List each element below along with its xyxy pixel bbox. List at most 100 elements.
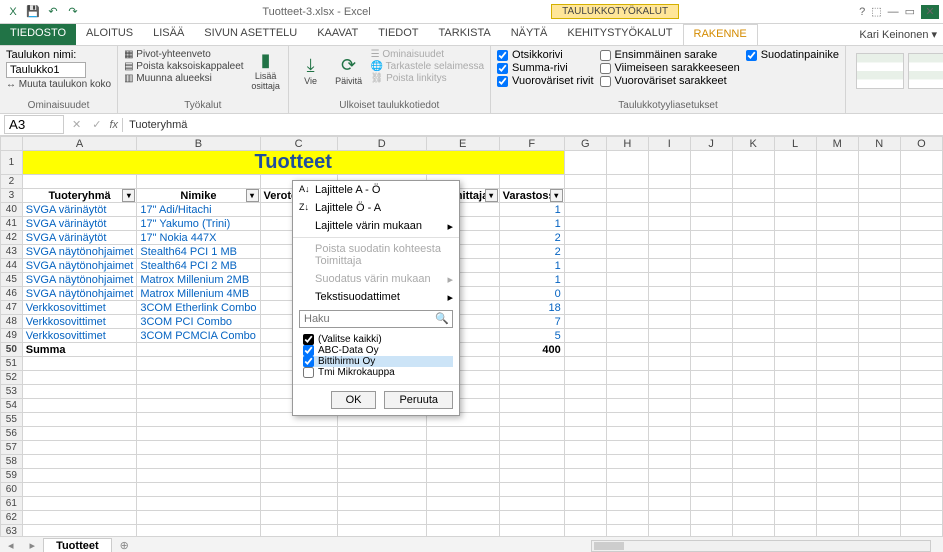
cell[interactable]: SVGA näytönohjaimet	[22, 273, 137, 287]
cell[interactable]	[137, 357, 260, 371]
cell[interactable]	[900, 245, 942, 259]
cell[interactable]	[648, 151, 690, 175]
total-label-cell[interactable]: Summa	[22, 343, 137, 357]
row-header[interactable]: 53	[1, 385, 23, 399]
cell[interactable]	[900, 287, 942, 301]
filter-dropdown-icon[interactable]: ▾	[246, 189, 259, 202]
cell[interactable]	[260, 455, 337, 469]
cell[interactable]	[564, 427, 606, 441]
cell[interactable]	[564, 455, 606, 469]
cell[interactable]	[690, 189, 732, 203]
cell[interactable]: 17" Adi/Hitachi	[137, 203, 260, 217]
cell[interactable]	[858, 469, 900, 483]
cell[interactable]	[690, 231, 732, 245]
cell[interactable]	[426, 511, 499, 525]
cell[interactable]	[137, 371, 260, 385]
column-header[interactable]: O	[900, 137, 942, 151]
cell[interactable]	[564, 217, 606, 231]
cell[interactable]	[426, 483, 499, 497]
cell[interactable]	[732, 483, 774, 497]
cell[interactable]	[606, 301, 648, 315]
cell[interactable]: SVGA värinäytöt	[22, 217, 137, 231]
cell[interactable]	[774, 315, 816, 329]
cell[interactable]	[858, 427, 900, 441]
cell[interactable]	[732, 329, 774, 343]
table-styles-gallery[interactable]	[852, 49, 943, 93]
cell[interactable]	[900, 413, 942, 427]
cell[interactable]	[606, 469, 648, 483]
cell[interactable]	[499, 469, 564, 483]
cell[interactable]	[606, 483, 648, 497]
cell[interactable]	[260, 497, 337, 511]
cell[interactable]	[858, 189, 900, 203]
row-header[interactable]: 3	[1, 189, 23, 203]
sheet-nav-next-icon[interactable]: ▸	[22, 539, 44, 552]
cell[interactable]	[690, 497, 732, 511]
cell[interactable]: SVGA näytönohjaimet	[22, 245, 137, 259]
cell[interactable]	[337, 441, 426, 455]
row-header[interactable]: 50	[1, 343, 23, 357]
cell[interactable]	[564, 231, 606, 245]
cell[interactable]	[732, 245, 774, 259]
row-header[interactable]: 1	[1, 151, 23, 175]
cell[interactable]	[648, 329, 690, 343]
filter-search-input[interactable]	[299, 310, 453, 328]
cell[interactable]	[732, 151, 774, 175]
cell[interactable]	[606, 441, 648, 455]
row-header[interactable]: 61	[1, 497, 23, 511]
cell[interactable]	[690, 357, 732, 371]
summarize-pivot-button[interactable]: ▦ Pivot-yhteenveto	[124, 49, 244, 60]
cell[interactable]	[22, 455, 137, 469]
filter-item[interactable]: Bittihirmu Oy	[303, 356, 453, 367]
cell[interactable]	[260, 525, 337, 537]
cell[interactable]	[606, 189, 648, 203]
text-filters-item[interactable]: Tekstisuodattimet▸	[293, 288, 459, 306]
cell[interactable]	[732, 357, 774, 371]
cell[interactable]	[499, 175, 564, 189]
cell[interactable]	[22, 413, 137, 427]
cell[interactable]	[606, 399, 648, 413]
cell[interactable]	[648, 203, 690, 217]
cell[interactable]	[22, 357, 137, 371]
cell[interactable]	[858, 483, 900, 497]
row-header[interactable]: 57	[1, 441, 23, 455]
cell[interactable]	[426, 427, 499, 441]
cell[interactable]	[648, 217, 690, 231]
cell[interactable]	[858, 441, 900, 455]
cell[interactable]	[858, 371, 900, 385]
cell[interactable]	[137, 497, 260, 511]
row-header[interactable]: 60	[1, 483, 23, 497]
row-header[interactable]: 45	[1, 273, 23, 287]
cell[interactable]	[564, 497, 606, 511]
cell[interactable]	[499, 497, 564, 511]
cell[interactable]: Stealth64 PCI 1 MB	[137, 245, 260, 259]
column-header[interactable]: J	[690, 137, 732, 151]
cell[interactable]	[900, 329, 942, 343]
cell[interactable]	[260, 511, 337, 525]
cell[interactable]	[816, 259, 858, 273]
cell[interactable]	[690, 441, 732, 455]
column-header[interactable]: C	[260, 137, 337, 151]
cell[interactable]: 18	[499, 301, 564, 315]
cell[interactable]: 3COM Etherlink Combo	[137, 301, 260, 315]
cell[interactable]	[337, 525, 426, 537]
cell[interactable]	[22, 371, 137, 385]
row-header[interactable]: 41	[1, 217, 23, 231]
cell[interactable]	[858, 259, 900, 273]
cell[interactable]	[774, 399, 816, 413]
cell[interactable]	[900, 357, 942, 371]
sort-by-color-item[interactable]: Lajittele värin mukaan▸	[293, 217, 459, 235]
cell[interactable]	[732, 427, 774, 441]
row-header[interactable]: 59	[1, 469, 23, 483]
cell[interactable]	[690, 511, 732, 525]
table-style-thumb[interactable]	[908, 53, 943, 89]
cell[interactable]	[648, 259, 690, 273]
cell[interactable]	[137, 427, 260, 441]
save-icon[interactable]: 💾	[24, 3, 42, 21]
cell[interactable]	[816, 343, 858, 357]
cell[interactable]	[816, 203, 858, 217]
cell[interactable]	[816, 441, 858, 455]
cell[interactable]	[690, 315, 732, 329]
cell[interactable]	[564, 175, 606, 189]
sheet-tab[interactable]: Tuotteet	[43, 538, 112, 552]
